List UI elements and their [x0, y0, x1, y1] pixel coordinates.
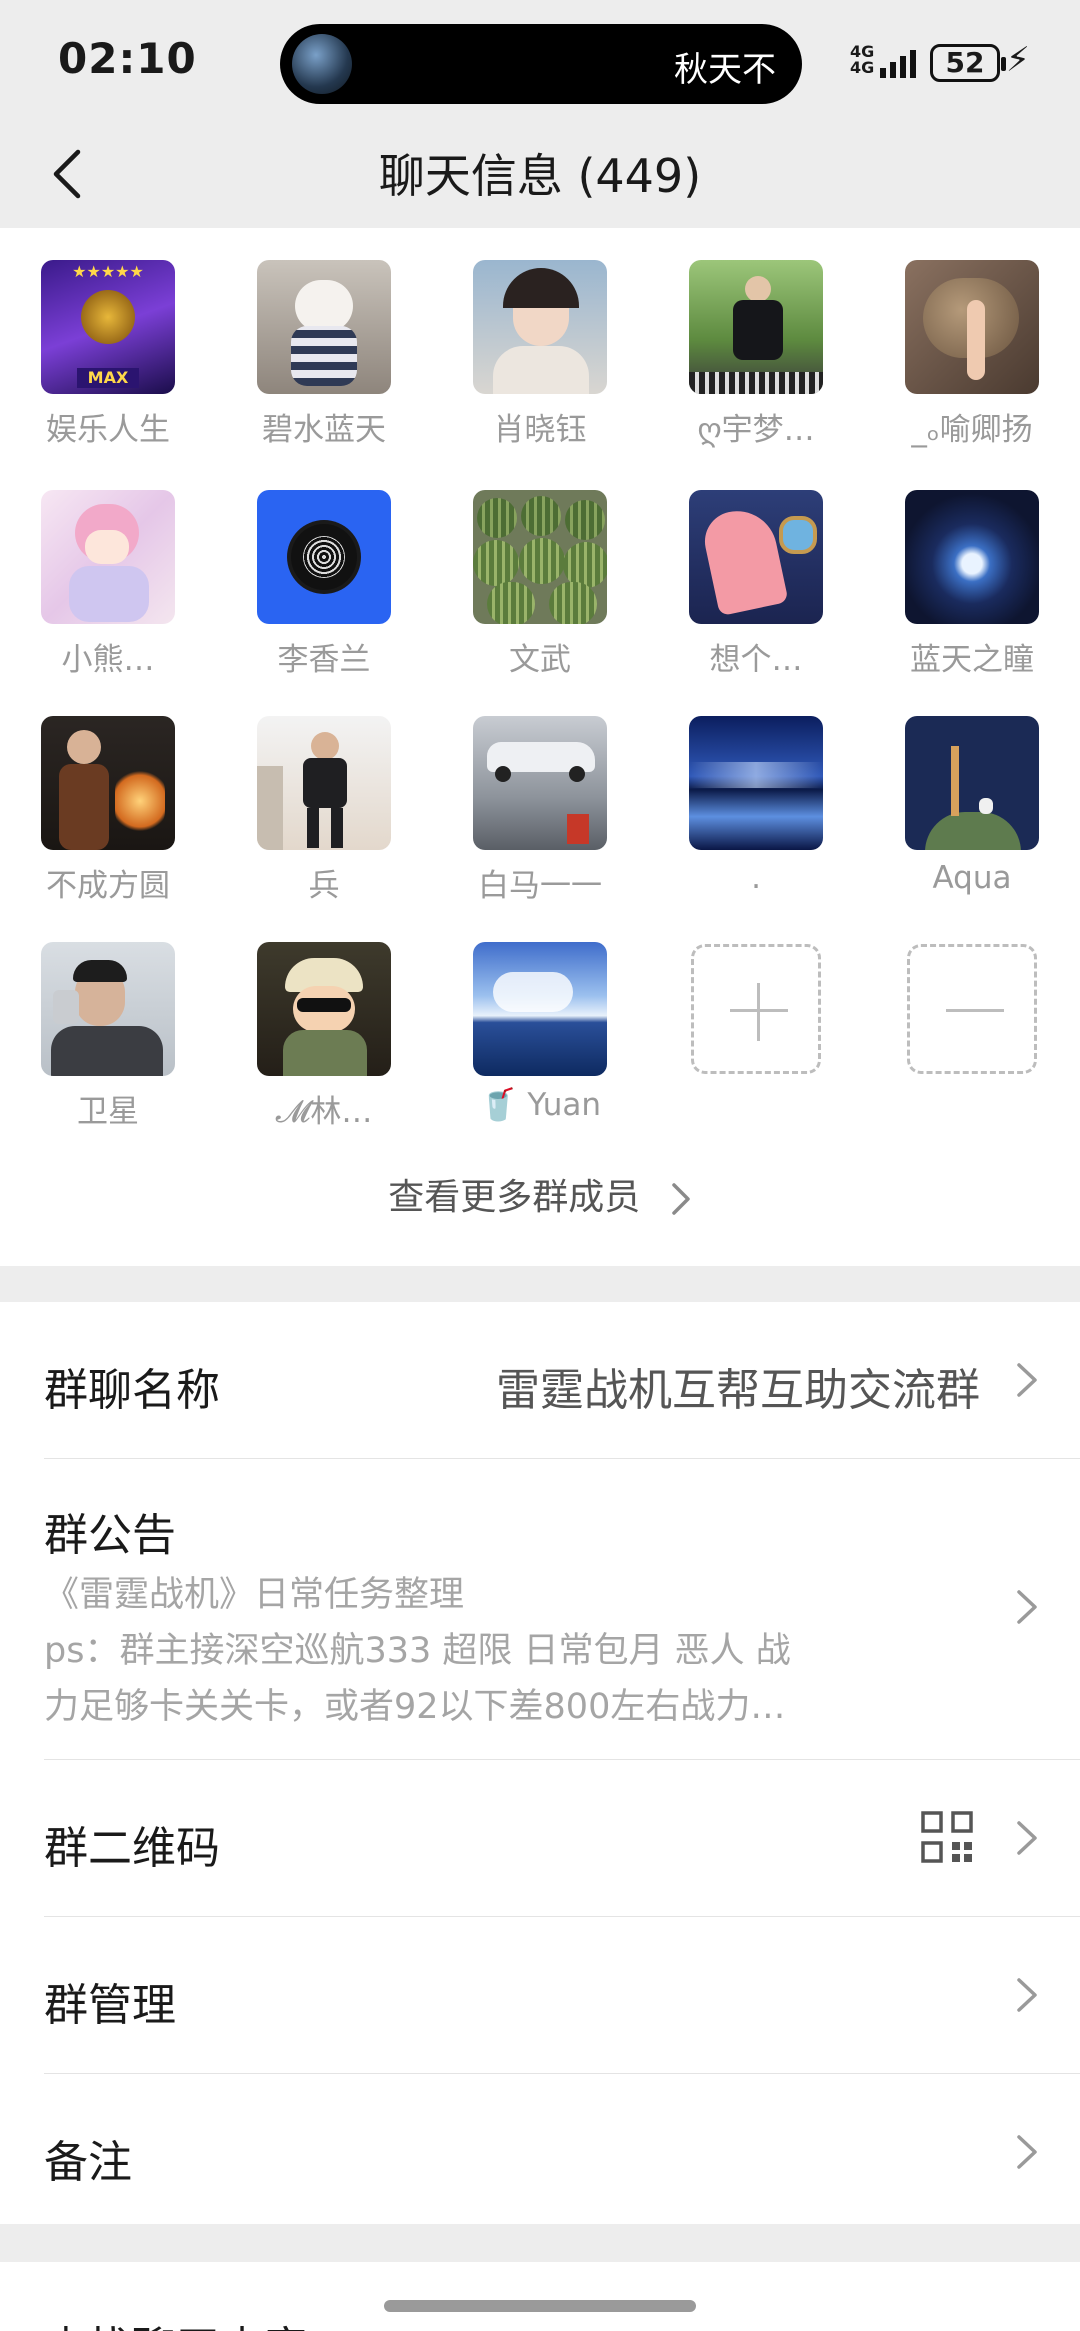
chevron-right-icon: [1017, 1363, 1037, 1397]
view-more-label: 查看更多群成员: [388, 1177, 641, 1218]
avatar: [257, 260, 391, 394]
home-indicator[interactable]: [384, 2300, 696, 2312]
member-item[interactable]: 不成方圆: [18, 716, 198, 905]
group-qrcode-row[interactable]: 群二维码: [0, 1760, 1080, 1916]
member-item[interactable]: 李香兰: [234, 490, 414, 679]
group-qrcode-label: 群二维码: [44, 1823, 220, 1874]
plus-icon[interactable]: [691, 944, 821, 1074]
battery-icon: 52: [930, 44, 1006, 82]
chevron-right-icon: [671, 1183, 690, 1215]
member-name: 肖晓钰: [493, 412, 587, 448]
group-manage-label: 群管理: [44, 1980, 176, 2031]
avatar: [905, 260, 1039, 394]
clock: 02:10: [58, 34, 197, 83]
member-item[interactable]: 肖晓钰: [450, 260, 630, 449]
chevron-right-icon: [1017, 1590, 1037, 1624]
member-name: 🥤 Yuan: [478, 1087, 602, 1123]
member-item[interactable]: ღ宇梦…: [666, 260, 846, 449]
avatar: [41, 942, 175, 1076]
remark-label: 备注: [44, 2137, 132, 2188]
member-item[interactable]: Aqua: [882, 716, 1062, 896]
avatar: [473, 716, 607, 850]
member-name: 想个…: [709, 642, 803, 678]
remove-member-button[interactable]: [882, 942, 1062, 1074]
chevron-right-icon: [1017, 1821, 1037, 1855]
avatar: [473, 490, 607, 624]
minus-icon[interactable]: [907, 944, 1037, 1074]
avatar: [689, 716, 823, 850]
member-name: 李香兰: [277, 642, 371, 678]
group-name-label: 群聊名称: [44, 1365, 220, 1416]
member-name: 白马一一: [478, 868, 602, 904]
add-member-button[interactable]: [666, 942, 846, 1074]
music-album-art: [292, 34, 352, 94]
member-item[interactable]: _ₒ喻卿扬: [882, 260, 1062, 449]
members-grid: ★★★★★ MAX 娱乐人生 碧水蓝天 肖晓钰 ღ宇梦… _ₒ喻卿扬 小熊… 李…: [0, 228, 1080, 1266]
status-bar: 02:10 秋天不 4G 4G 52 ⚡: [0, 0, 1080, 120]
group-notice-line: ps：群主接深空巡航333 超限 日常包月 恶人 战: [44, 1631, 791, 1671]
member-item[interactable]: ★★★★★ MAX 娱乐人生: [18, 260, 198, 449]
member-item[interactable]: 文武: [450, 490, 630, 679]
member-item[interactable]: 兵: [234, 716, 414, 905]
nav-bar: 聊天信息 (449): [0, 120, 1080, 228]
qrcode-icon: [921, 1811, 973, 1863]
remark-row[interactable]: 备注: [0, 2074, 1080, 2224]
member-name: 娱乐人生: [46, 412, 170, 448]
member-item[interactable]: .: [666, 716, 846, 896]
search-chat-row[interactable]: 查找聊天内容: [0, 2262, 1080, 2331]
avatar: [689, 260, 823, 394]
member-item[interactable]: 蓝天之瞳: [882, 490, 1062, 679]
member-name: 蓝天之瞳: [910, 642, 1034, 678]
page-title: 聊天信息 (449): [378, 149, 702, 203]
dynamic-island[interactable]: 秋天不: [280, 24, 802, 104]
group-notice-row[interactable]: 群公告 《雷霆战机》日常任务整理 ps：群主接深空巡航333 超限 日常包月 恶…: [0, 1459, 1080, 1759]
member-name: .: [751, 860, 761, 896]
member-item[interactable]: 想个…: [666, 490, 846, 679]
avatar: [41, 490, 175, 624]
member-name: 不成方圆: [46, 868, 170, 904]
group-notice-label: 群公告: [44, 1510, 176, 1561]
signal-icon: [880, 42, 916, 78]
avatar: ★★★★★ MAX: [41, 260, 175, 394]
avatar: [257, 490, 391, 624]
now-playing-text: 秋天不: [674, 50, 776, 90]
member-name: 𝓜林…: [275, 1094, 373, 1130]
view-more-members-link[interactable]: 查看更多群成员: [0, 1168, 1080, 1220]
member-name: Aqua: [932, 860, 1012, 896]
member-name: 文武: [509, 642, 571, 678]
avatar: [257, 942, 391, 1076]
charging-icon: ⚡: [1006, 40, 1030, 80]
member-name: 小熊…: [61, 642, 155, 678]
avatar: [689, 490, 823, 624]
member-item[interactable]: 卫星: [18, 942, 198, 1131]
avatar: [41, 716, 175, 850]
chevron-right-icon: [1017, 1978, 1037, 2012]
group-name-value: 雷霆战机互帮互助交流群: [496, 1365, 980, 1416]
group-notice-line: 力足够卡关关卡，或者92以下差800左右战力…: [44, 1687, 786, 1727]
member-name: 碧水蓝天: [262, 412, 386, 448]
member-name: 卫星: [77, 1094, 139, 1130]
member-name: _ₒ喻卿扬: [911, 412, 1033, 448]
avatar: [905, 716, 1039, 850]
member-item[interactable]: 🥤 Yuan: [450, 942, 630, 1123]
group-name-row[interactable]: 群聊名称 雷霆战机互帮互助交流群: [0, 1302, 1080, 1458]
member-item[interactable]: 𝓜林…: [234, 942, 414, 1131]
group-settings-list: 群聊名称 雷霆战机互帮互助交流群 群公告 《雷霆战机》日常任务整理 ps：群主接…: [0, 1302, 1080, 2224]
group-manage-row[interactable]: 群管理: [0, 1917, 1080, 2073]
member-name: ღ宇梦…: [697, 412, 815, 448]
avatar: [905, 490, 1039, 624]
member-item[interactable]: 小熊…: [18, 490, 198, 679]
chevron-right-icon: [1017, 2135, 1037, 2169]
member-name: 兵: [308, 868, 340, 904]
search-chat-label: 查找聊天内容: [44, 2312, 308, 2331]
avatar: [473, 260, 607, 394]
member-item[interactable]: 碧水蓝天: [234, 260, 414, 449]
member-item[interactable]: 白马一一: [450, 716, 630, 905]
group-notice-line: 《雷霆战机》日常任务整理: [44, 1575, 465, 1615]
avatar: [473, 942, 607, 1076]
avatar: [257, 716, 391, 850]
network-type: 4G 4G: [850, 42, 875, 77]
